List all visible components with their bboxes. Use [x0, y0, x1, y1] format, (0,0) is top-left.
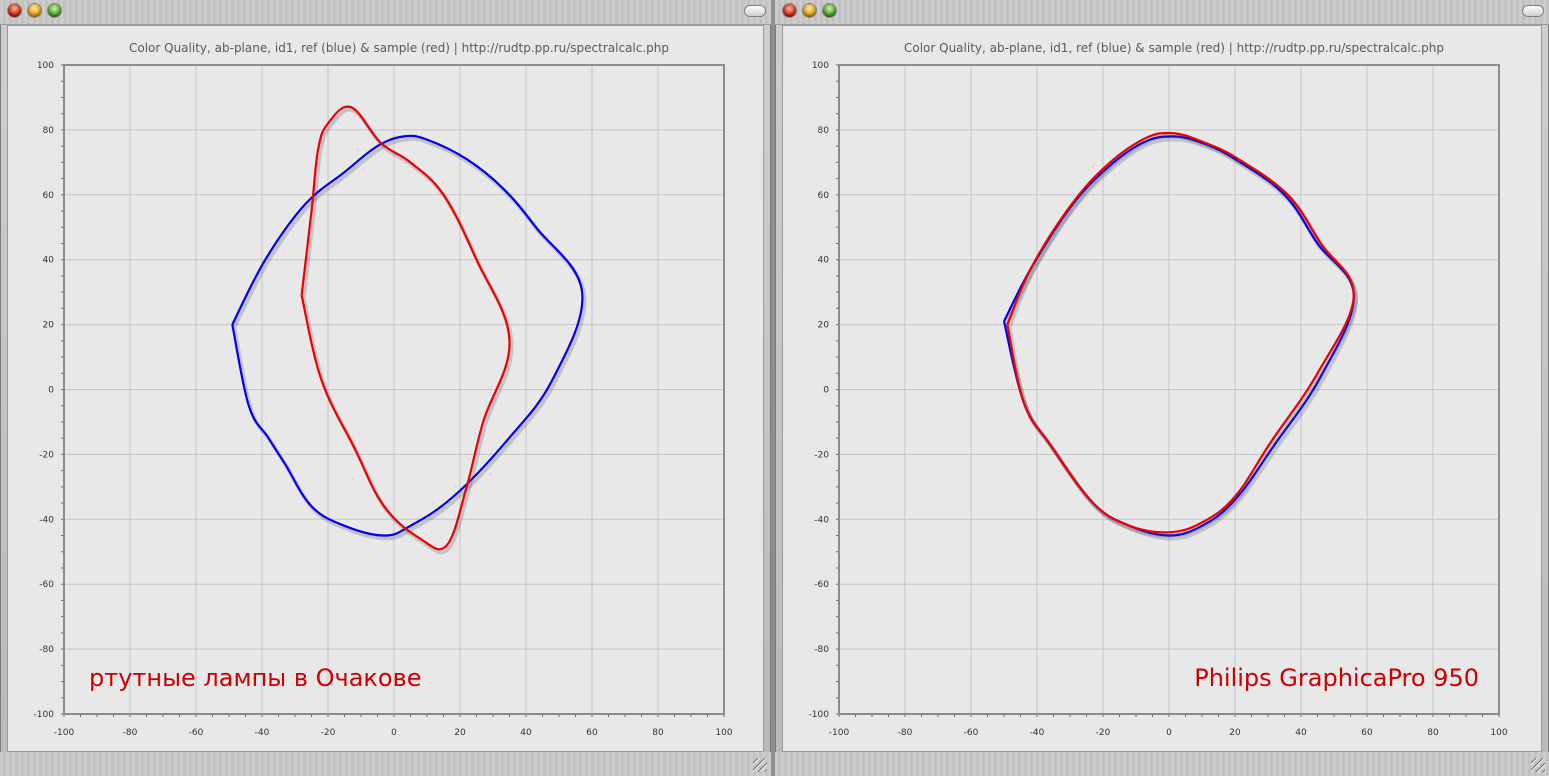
y-tick-label: -20	[814, 450, 829, 460]
x-tick-label: -100	[54, 728, 75, 738]
y-tick-label: 40	[818, 256, 830, 266]
x-tick-label: 20	[1229, 728, 1241, 738]
chart-title: Color Quality, ab-plane, id1, ref (blue)…	[904, 41, 1444, 55]
y-tick-label: 100	[812, 61, 829, 71]
chart-annotation: Philips GraphicaPro 950	[1194, 664, 1479, 692]
x-tick-label: -40	[255, 728, 270, 738]
resize-grip-icon[interactable]	[1531, 758, 1545, 772]
y-tick-label: 80	[43, 126, 55, 136]
y-tick-label: -40	[814, 515, 829, 525]
chart-window-left: Color Quality, ab-plane, id1, ref (blue)…	[0, 0, 771, 776]
x-tick-label: 20	[454, 728, 466, 738]
y-tick-label: 20	[43, 321, 55, 331]
x-tick-label: -40	[1030, 728, 1045, 738]
x-tick-label: 0	[1166, 728, 1172, 738]
resize-grip-icon[interactable]	[753, 758, 767, 772]
series-shadow	[301, 107, 514, 555]
x-tick-label: -60	[189, 728, 204, 738]
window-statusbar	[0, 752, 771, 776]
x-tick-label: -60	[964, 728, 979, 738]
series-line-sample-red	[300, 105, 511, 551]
series-line-ref-blue	[231, 134, 584, 537]
x-tick-label: 40	[520, 728, 532, 738]
y-tick-label: 0	[823, 386, 829, 396]
x-tick-label: -20	[1096, 728, 1111, 738]
x-tick-label: -80	[123, 728, 138, 738]
chart-window-right: Color Quality, ab-plane, id1, ref (blue)…	[775, 0, 1549, 776]
series-line-sample-red	[1006, 131, 1355, 534]
window-statusbar	[775, 752, 1549, 776]
y-tick-label: -40	[39, 515, 54, 525]
y-tick-label: 100	[37, 61, 54, 71]
y-tick-label: 0	[48, 386, 54, 396]
x-tick-label: 60	[586, 728, 598, 738]
y-tick-label: 60	[818, 191, 830, 201]
x-tick-label: 0	[391, 728, 397, 738]
y-tick-label: -60	[814, 580, 829, 590]
y-tick-label: 20	[818, 321, 830, 331]
y-tick-label: 40	[43, 256, 55, 266]
y-tick-label: -100	[34, 710, 55, 720]
x-tick-label: 80	[1427, 728, 1439, 738]
y-tick-label: -20	[39, 450, 54, 460]
y-tick-label: 80	[818, 126, 830, 136]
series-shadow	[1007, 133, 1358, 538]
x-tick-label: 60	[1361, 728, 1373, 738]
y-tick-label: -100	[809, 710, 830, 720]
chart-title: Color Quality, ab-plane, id1, ref (blue)…	[129, 41, 669, 55]
x-tick-label: -100	[829, 728, 850, 738]
y-tick-label: -60	[39, 580, 54, 590]
x-tick-label: 100	[715, 728, 732, 738]
y-tick-label: -80	[39, 645, 54, 655]
x-tick-label: 40	[1295, 728, 1307, 738]
x-tick-label: -80	[898, 728, 913, 738]
chart-annotation: ртутные лампы в Очакове	[89, 664, 422, 692]
y-tick-label: 60	[43, 191, 55, 201]
series-shadow	[232, 136, 587, 541]
y-tick-label: -80	[814, 645, 829, 655]
x-tick-label: 100	[1490, 728, 1507, 738]
x-tick-label: 80	[652, 728, 664, 738]
chart-area: Color Quality, ab-plane, id1, ref (blue)…	[34, 41, 733, 738]
chart-area: Color Quality, ab-plane, id1, ref (blue)…	[809, 41, 1508, 738]
series-shadow	[1004, 137, 1358, 541]
x-tick-label: -20	[321, 728, 336, 738]
